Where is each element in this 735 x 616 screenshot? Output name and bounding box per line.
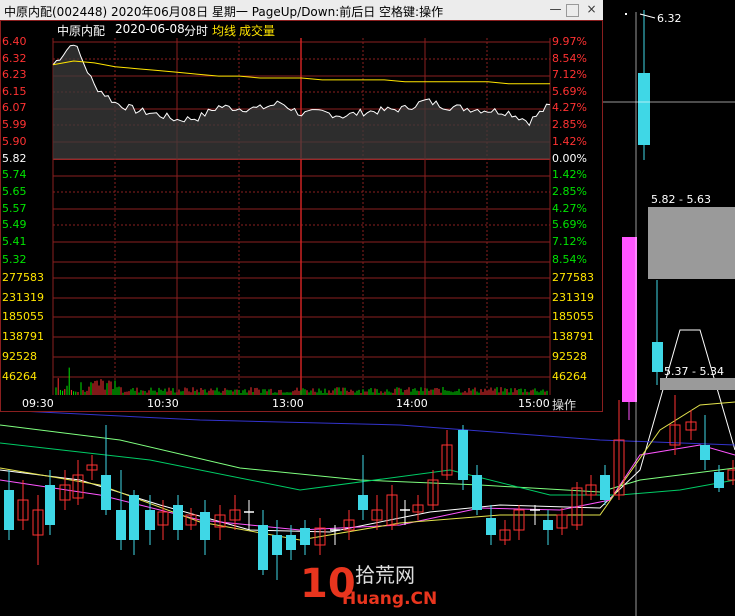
price-axis-label: 5.74 xyxy=(2,168,27,181)
kline-candle xyxy=(286,535,296,550)
kline-candle xyxy=(45,485,55,525)
price-axis-label: 6.32 xyxy=(2,52,27,65)
app-root: 中原内配(002448) 2020年06月08日 星期一 PageUp/Down… xyxy=(0,0,735,616)
price-axis-label: 6.15 xyxy=(2,85,27,98)
volume-axis-label: 92528 xyxy=(2,350,37,363)
pct-axis-label: 9.97% xyxy=(552,35,587,48)
price-axis-label: 6.07 xyxy=(2,101,27,114)
kline-price-range-box-lower xyxy=(660,378,735,390)
avg-line-legend: 均线 xyxy=(212,24,237,38)
pct-axis-flat-label: 0.00% xyxy=(552,152,587,165)
time-axis-label: 10:30 xyxy=(147,397,179,410)
pct-axis-label: 1.42% xyxy=(552,168,587,181)
kline-candle xyxy=(129,495,139,540)
prev-close-price-label: 5.82 xyxy=(2,152,27,165)
volume-axis-label: 231319 xyxy=(552,291,594,304)
kline-candle xyxy=(272,535,282,555)
pct-axis-label: 7.12% xyxy=(552,68,587,81)
kline-candle xyxy=(638,73,650,145)
stock-name-label: 中原内配 xyxy=(57,24,106,38)
time-axis-label: 14:00 xyxy=(396,397,428,410)
kline-candle xyxy=(652,342,663,372)
volume-axis-label: 138791 xyxy=(2,330,44,343)
kline-candle xyxy=(258,525,268,570)
volume-axis-label: 231319 xyxy=(2,291,44,304)
pct-axis-label: 8.54% xyxy=(552,52,587,65)
pct-axis-label: 2.85% xyxy=(552,118,587,131)
intraday-panel xyxy=(0,20,603,412)
pct-axis-label: 4.27% xyxy=(552,101,587,114)
kline-high-marker xyxy=(639,13,656,19)
volume-axis-label: 185055 xyxy=(2,310,44,323)
pct-axis-label: 8.54% xyxy=(552,253,587,266)
price-axis-label: 6.40 xyxy=(2,35,27,48)
price-axis-label: 5.99 xyxy=(2,118,27,131)
time-axis-label: 13:00 xyxy=(272,397,304,410)
kline-candle xyxy=(173,505,183,530)
price-axis-label: 6.23 xyxy=(2,68,27,81)
kline-candle xyxy=(358,495,368,510)
operate-button[interactable]: 操作 xyxy=(552,396,592,412)
price-axis-label: 5.49 xyxy=(2,218,27,231)
pct-axis-label: 4.27% xyxy=(552,202,587,215)
kline-candle xyxy=(116,510,126,540)
kline-candle xyxy=(543,520,553,530)
site-watermark: 10 拾荒网 Huang.CN xyxy=(300,562,438,612)
kline-range-label: 5.82 - 5.63 xyxy=(651,193,711,206)
pct-axis-label: 7.12% xyxy=(552,235,587,248)
time-axis-label: 09:30 xyxy=(22,397,54,410)
kline-candle xyxy=(486,518,496,535)
watermark-cn: 拾荒网 xyxy=(355,563,415,587)
kline-candle xyxy=(300,528,310,545)
volume-axis-label: 46264 xyxy=(2,370,37,383)
pct-axis-label: 5.69% xyxy=(552,85,587,98)
price-axis-label: 5.32 xyxy=(2,253,27,266)
kline-candle xyxy=(714,472,724,488)
view-mode-label: 分时 xyxy=(184,24,209,38)
volume-legend: 成交量 xyxy=(239,24,276,38)
volume-axis-label: 277583 xyxy=(2,271,44,284)
kline-candle xyxy=(145,510,155,530)
pct-axis-label: 5.69% xyxy=(552,218,587,231)
kline-candle xyxy=(727,469,735,481)
volume-axis-label: 46264 xyxy=(552,370,587,383)
pct-axis-label: 1.42% xyxy=(552,135,587,148)
price-axis-label: 5.90 xyxy=(2,135,27,148)
kline-candle xyxy=(700,445,710,460)
chart-date-label: 2020-06-08 xyxy=(115,22,185,36)
volume-axis-label: 92528 xyxy=(552,350,587,363)
volume-axis-label: 138791 xyxy=(552,330,594,343)
volume-axis-label: 277583 xyxy=(552,271,594,284)
watermark-en: Huang.CN xyxy=(342,589,438,609)
price-axis-label: 5.41 xyxy=(2,235,27,248)
price-axis-label: 5.65 xyxy=(2,185,27,198)
volume-axis-label: 185055 xyxy=(552,310,594,323)
moving-average-line xyxy=(0,401,735,541)
kline-candle xyxy=(622,237,637,402)
kline-candle xyxy=(458,430,468,480)
moving-average-line xyxy=(0,409,735,446)
kline-range-label-lower: 5.37 - 5.34 xyxy=(664,365,724,378)
kline-candle xyxy=(4,490,14,530)
time-axis-label: 15:00 xyxy=(518,397,550,410)
kline-candle xyxy=(200,512,210,540)
kline-candle xyxy=(101,475,111,510)
kline-candle xyxy=(472,475,482,510)
kline-price-range-box xyxy=(648,207,735,279)
price-axis-label: 5.57 xyxy=(2,202,27,215)
pct-axis-label: 2.85% xyxy=(552,185,587,198)
kline-candle xyxy=(600,475,610,500)
kline-high-label: 6.32 xyxy=(657,12,682,25)
